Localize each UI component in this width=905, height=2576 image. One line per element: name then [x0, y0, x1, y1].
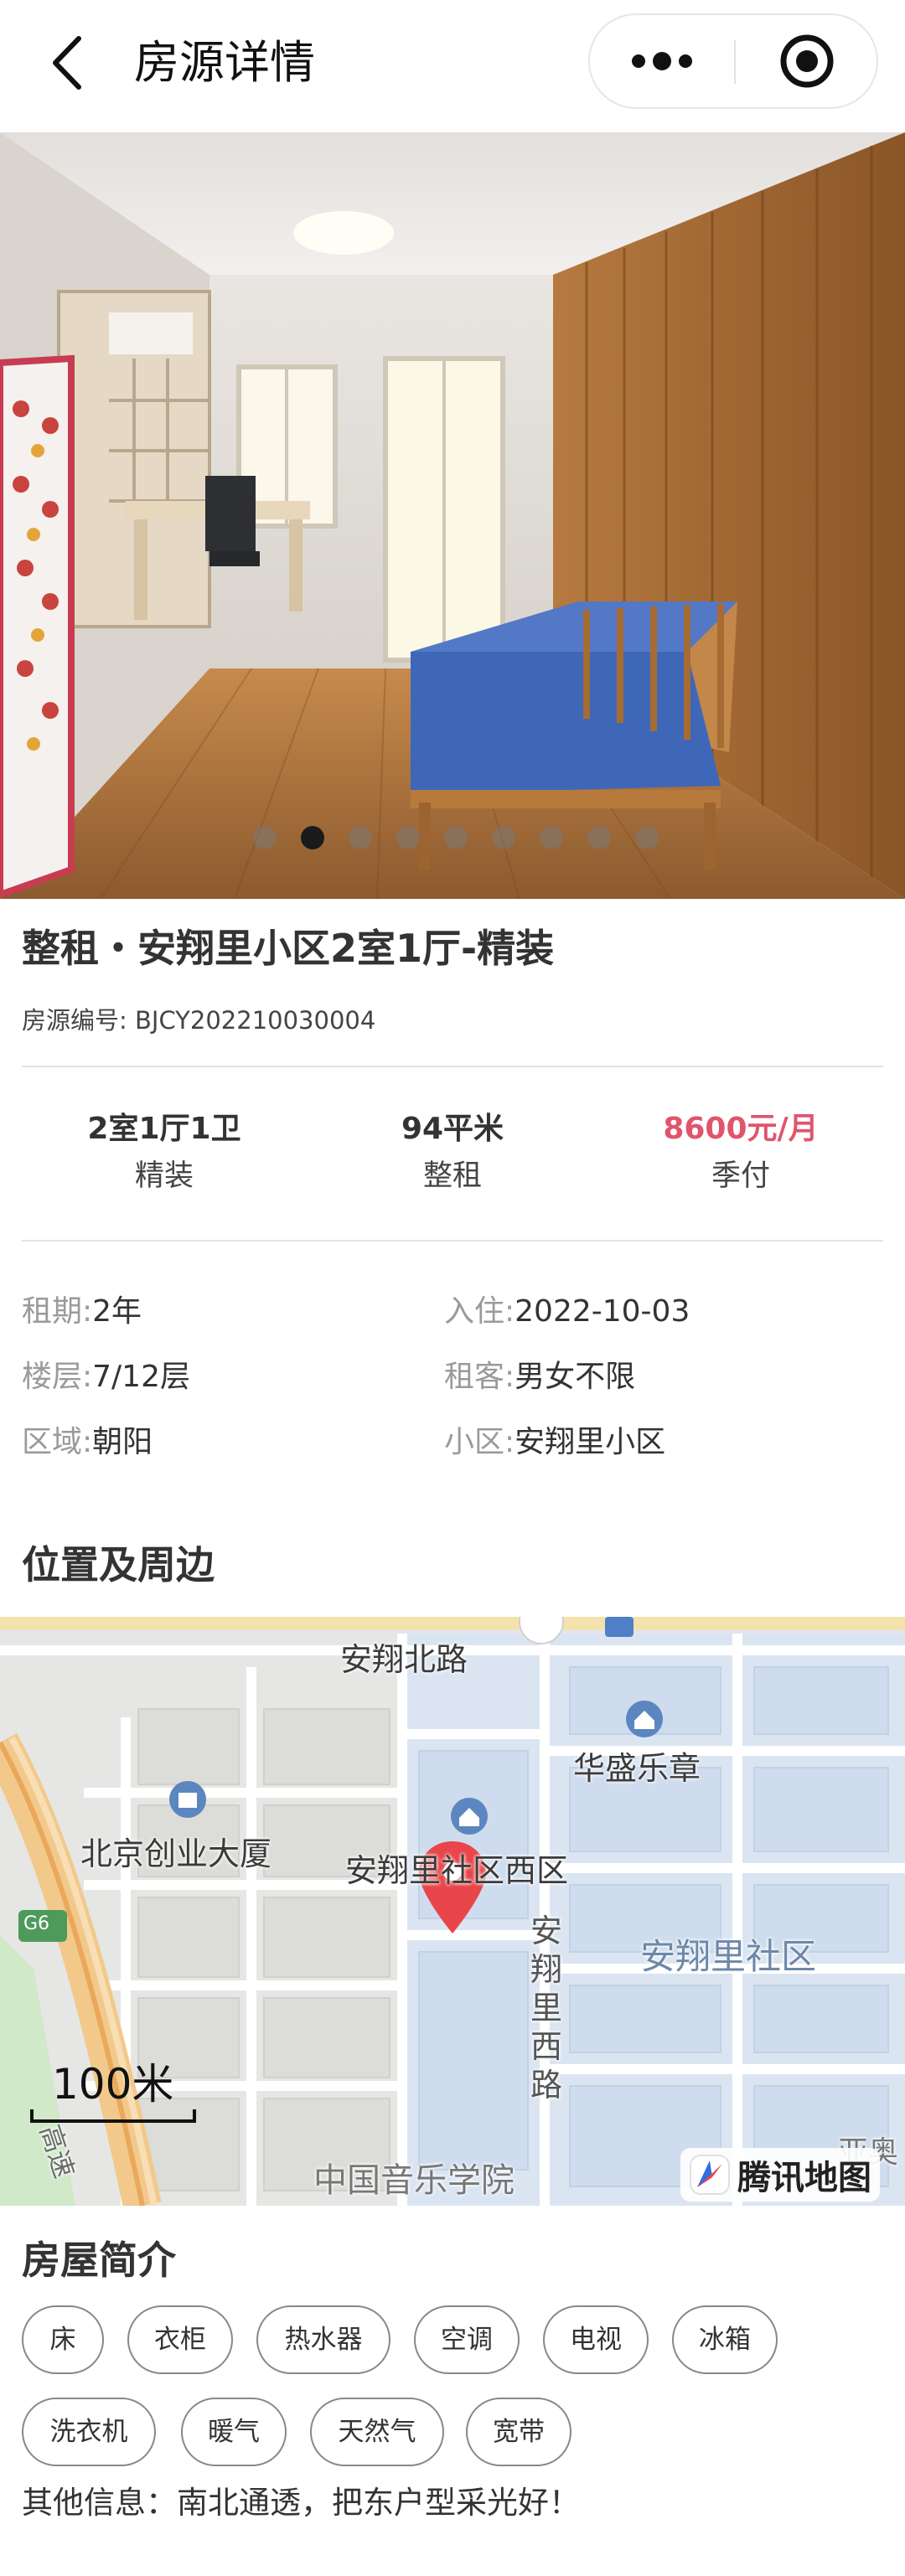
more-button[interactable] — [590, 15, 734, 107]
fact-floor: 楼层:7/12层 — [22, 1354, 190, 1401]
fact-label: 区域: — [22, 1425, 93, 1459]
fact-label: 楼层: — [22, 1360, 93, 1394]
fact-label: 入住: — [444, 1294, 515, 1329]
pagination-dot-active[interactable] — [301, 826, 324, 849]
amenity-tag: 衣柜 — [127, 2305, 233, 2374]
map-label-west-area: 安翔里社区西区 — [345, 1852, 569, 1889]
scale-bar-icon — [30, 2109, 196, 2123]
amenity-tag: 床 — [22, 2305, 104, 2374]
other-info: 其他信息：南北通透，把东户型采光好！ — [22, 2485, 580, 2521]
divider — [22, 1066, 883, 1067]
fact-value: 2022-10-03 — [515, 1294, 690, 1329]
pagination-dot[interactable] — [540, 826, 563, 849]
amenity-tag: 空调 — [414, 2305, 520, 2374]
close-mini-program-button[interactable] — [736, 15, 878, 107]
listing-code-value: BJCY202210030004 — [135, 1006, 376, 1035]
mini-program-capsule — [588, 13, 878, 109]
amenity-tag: 洗衣机 — [22, 2398, 156, 2466]
road-char: 路 — [530, 2067, 562, 2104]
amenity-tag: 冰箱 — [672, 2305, 778, 2374]
summary-area: 94平米 整租 — [310, 1106, 595, 1200]
more-dots-icon — [632, 52, 692, 70]
fact-label: 小区: — [444, 1425, 515, 1459]
pagination-dot[interactable] — [349, 826, 372, 849]
highway-badge: G6 — [23, 1913, 50, 1934]
pagination-dot[interactable] — [587, 826, 611, 849]
tencent-map-icon — [690, 2155, 730, 2195]
listing-code: 房源编号: BJCY202210030004 — [22, 1004, 375, 1037]
road-char: 西 — [530, 2028, 562, 2065]
intro-section-title: 房屋简介 — [22, 2238, 176, 2283]
fact-community: 小区:安翔里小区 — [444, 1419, 665, 1466]
chevron-left-icon — [53, 36, 81, 90]
summary-layout: 2室1厅1卫 精装 — [22, 1106, 307, 1200]
room-photo — [0, 132, 905, 899]
fact-value: 2年 — [92, 1294, 142, 1329]
pagination-dot[interactable] — [635, 826, 659, 849]
photo-carousel[interactable] — [0, 132, 905, 899]
summary-payment: 季付 — [711, 1159, 770, 1193]
road-char: 安 — [530, 1913, 562, 1949]
amenity-tag: 天然气 — [310, 2398, 444, 2466]
fact-tenant: 租客:男女不限 — [444, 1354, 635, 1401]
summary-price: 8600元/月 季付 — [598, 1106, 883, 1200]
summary-area-value: 94平米 — [401, 1112, 504, 1146]
summary-row: 2室1厅1卫 精装 94平米 整租 8600元/月 季付 — [22, 1106, 883, 1206]
amenity-tag: 热水器 — [256, 2305, 390, 2374]
pagination-dot[interactable] — [444, 826, 468, 849]
listing-title: 整租・安翔里小区2室1厅-精装 — [22, 926, 555, 971]
summary-layout-value: 2室1厅1卫 — [87, 1112, 241, 1146]
road-char: 里 — [530, 1990, 562, 2026]
top-navigation-bar: 房源详情 — [0, 0, 905, 132]
pagination-dot[interactable] — [492, 826, 515, 849]
amenity-tag: 电视 — [543, 2305, 649, 2374]
fact-area: 区域:朝阳 — [22, 1419, 153, 1466]
amenity-tag: 宽带 — [466, 2398, 571, 2466]
fact-movein: 入住:2022-10-03 — [444, 1288, 690, 1335]
listing-code-label: 房源编号: — [22, 1006, 127, 1035]
summary-price-value: 8600元/月 — [663, 1112, 819, 1146]
map-label-beijing-chuangye: 北京创业大厦 — [80, 1835, 272, 1872]
back-button[interactable] — [42, 35, 92, 90]
fact-value: 安翔里小区 — [515, 1425, 666, 1459]
fact-lease: 租期:2年 — [22, 1288, 142, 1335]
map-label-conservatory: 中国音乐学院 — [313, 2161, 515, 2200]
amenity-tag: 暖气 — [181, 2398, 287, 2466]
pagination-dot[interactable] — [396, 826, 420, 849]
pagination-dot[interactable] — [253, 826, 277, 849]
fact-label: 租期: — [22, 1294, 93, 1329]
location-section-title: 位置及周边 — [22, 1542, 215, 1587]
record-target-icon — [780, 34, 834, 88]
page-title: 房源详情 — [134, 36, 315, 89]
map-scale-label: 100米 — [52, 2060, 174, 2109]
divider — [22, 1240, 883, 1242]
map-scale: 100米 — [30, 2061, 198, 2128]
fact-value: 朝阳 — [92, 1425, 153, 1459]
map-label-community: 安翔里社区 — [640, 1936, 817, 1977]
map-provider-logo: 腾讯地图 — [680, 2148, 880, 2202]
road-char: 翔 — [530, 1951, 562, 1988]
fact-label: 租客: — [444, 1360, 515, 1394]
fact-value: 男女不限 — [515, 1360, 636, 1394]
map-label-west-road: 安 翔 里 西 路 — [528, 1912, 565, 2104]
summary-decoration: 精装 — [134, 1159, 194, 1193]
fact-value: 7/12层 — [92, 1360, 190, 1394]
summary-rent-type: 整租 — [422, 1159, 482, 1193]
map-label-huasheng: 华盛乐章 — [573, 1750, 701, 1787]
map-label-north-road: 安翔北路 — [340, 1641, 468, 1678]
map-provider-name: 腾讯地图 — [737, 2159, 871, 2197]
carousel-pagination — [253, 826, 659, 849]
